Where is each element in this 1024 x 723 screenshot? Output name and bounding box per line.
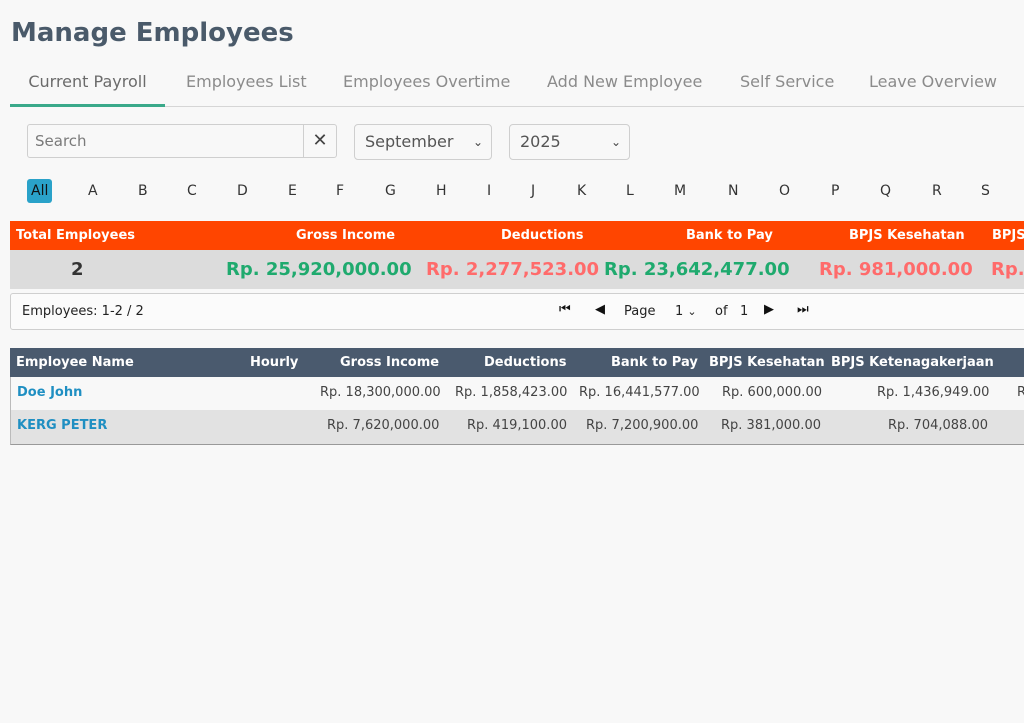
bpjs-ketenagakerjaan-cell: Rp. 1,436,949.00 — [877, 385, 990, 400]
summary-header-bank-to-pay: Bank to Pay — [686, 228, 773, 243]
tab-add-new-employee[interactable]: Add New Employee — [547, 64, 702, 104]
summary-header-total-employees: Total Employees — [16, 228, 136, 243]
letter-filter-n[interactable]: N — [728, 179, 738, 203]
gross-income-cell: Rp. 18,300,000.00 — [320, 385, 441, 400]
summary-bpjs-next: Rp. — [991, 259, 1024, 280]
tab-self-service[interactable]: Self Service — [740, 64, 834, 104]
summary-bpjs-kesehatan: Rp. 981,000.00 — [819, 259, 973, 280]
tab-employees-overtime[interactable]: Employees Overtime — [343, 64, 510, 104]
summary-header-gross-income: Gross Income — [296, 228, 396, 243]
summary-header-bpjs-next: BPJS — [992, 228, 1024, 243]
gross-income-cell: Rp. 7,620,000.00 — [327, 418, 440, 433]
column-header-deductions[interactable]: Deductions — [484, 355, 566, 370]
letter-filter-o[interactable]: O — [779, 179, 790, 203]
summary-gross-income: Rp. 25,920,000.00 — [226, 259, 412, 280]
letter-filter-b[interactable]: B — [138, 179, 148, 203]
employee-name-link[interactable]: Doe John — [17, 385, 82, 400]
tab-current-payroll[interactable]: Current Payroll — [10, 64, 165, 107]
chevron-down-icon: ⌄ — [610, 135, 621, 149]
summary-header-bpjs-kesehatan: BPJS Kesehatan — [849, 228, 965, 243]
next-column-cell: R — [1017, 385, 1024, 400]
search-input[interactable] — [28, 125, 304, 157]
letter-filter-i[interactable]: I — [487, 179, 491, 203]
summary-header: Total Employees Gross Income Deductions … — [10, 221, 1024, 250]
column-header-employee-name[interactable]: Employee Name — [16, 355, 134, 370]
table-row: KERG PETER Rp. 7,620,000.00 Rp. 419,100.… — [10, 410, 1024, 445]
summary-total-employees: 2 — [71, 259, 84, 280]
tab-bar: Current Payroll Employees List Employees… — [10, 64, 1024, 107]
tab-employees-list[interactable]: Employees List — [186, 64, 307, 104]
bpjs-ketenagakerjaan-cell: Rp. 704,088.00 — [888, 418, 988, 433]
summary-bank-to-pay: Rp. 23,642,477.00 — [604, 259, 790, 280]
column-header-bank-to-pay[interactable]: Bank to Pay — [611, 355, 698, 370]
letter-filter-g[interactable]: G — [385, 179, 396, 203]
bank-to-pay-cell: Rp. 7,200,900.00 — [586, 418, 699, 433]
table-header: Employee Name Hourly Gross Income Deduct… — [10, 348, 1024, 377]
chevron-down-icon: ⌄ — [687, 305, 697, 318]
letter-filter-d[interactable]: D — [237, 179, 248, 203]
column-header-hourly[interactable]: Hourly — [250, 355, 298, 370]
letter-filter-a[interactable]: A — [88, 179, 98, 203]
summary-deductions: Rp. 2,277,523.00 — [426, 259, 600, 280]
month-select-value: September — [365, 132, 454, 151]
employee-count: Employees: 1-2 / 2 — [22, 304, 144, 319]
page-select[interactable]: 1 ⌄ — [675, 304, 697, 319]
letter-filter-h[interactable]: H — [436, 179, 447, 203]
first-page-icon[interactable]: ⏮ — [559, 302, 571, 317]
letter-filter-k[interactable]: K — [577, 179, 586, 203]
column-header-bpjs-ketenagakerjaan[interactable]: BPJS Ketenagakerjaan — [831, 355, 994, 370]
search-box: ✕ — [27, 124, 337, 158]
column-header-bpjs-kesehatan[interactable]: BPJS Kesehatan — [709, 355, 825, 370]
page-label: Page — [624, 304, 656, 319]
year-select[interactable]: 2025 ⌄ — [509, 124, 630, 160]
letter-filter-q[interactable]: Q — [880, 179, 891, 203]
summary-values: 2 Rp. 25,920,000.00 Rp. 2,277,523.00 Rp.… — [10, 250, 1024, 289]
bank-to-pay-cell: Rp. 16,441,577.00 — [579, 385, 700, 400]
chevron-down-icon: ⌄ — [472, 135, 483, 149]
table-row: Doe John Rp. 18,300,000.00 Rp. 1,858,423… — [10, 377, 1024, 411]
bpjs-kesehatan-cell: Rp. 381,000.00 — [721, 418, 821, 433]
alphabet-filter: All A B C D E F G H I J K L M N O P Q R … — [0, 179, 1024, 205]
column-header-gross-income[interactable]: Gross Income — [340, 355, 439, 370]
last-page-icon[interactable]: ⏭ — [797, 302, 809, 317]
deductions-cell: Rp. 1,858,423.00 — [455, 385, 568, 400]
previous-page-icon[interactable]: ◀ — [595, 302, 605, 317]
tab-leave-overview[interactable]: Leave Overview — [869, 64, 997, 104]
letter-filter-l[interactable]: L — [626, 179, 634, 203]
next-page-icon[interactable]: ▶ — [764, 302, 774, 317]
bpjs-kesehatan-cell: Rp. 600,000.00 — [722, 385, 822, 400]
letter-filter-f[interactable]: F — [336, 179, 344, 203]
total-pages: 1 — [740, 304, 749, 319]
letter-filter-j[interactable]: J — [531, 179, 535, 203]
letter-filter-s[interactable]: S — [981, 179, 990, 203]
summary-header-deductions: Deductions — [501, 228, 584, 243]
letter-filter-m[interactable]: M — [674, 179, 686, 203]
letter-filter-r[interactable]: R — [932, 179, 942, 203]
letter-filter-p[interactable]: P — [831, 179, 839, 203]
letter-filter-all[interactable]: All — [27, 179, 53, 203]
page-select-value: 1 — [675, 304, 684, 319]
page-title: Manage Employees — [11, 18, 294, 48]
of-label: of — [715, 304, 728, 319]
employee-name-link[interactable]: KERG PETER — [17, 418, 107, 433]
letter-filter-c[interactable]: C — [187, 179, 197, 203]
deductions-cell: Rp. 419,100.00 — [467, 418, 567, 433]
year-select-value: 2025 — [520, 132, 561, 151]
month-select[interactable]: September ⌄ — [354, 124, 492, 160]
pagination-bar: Employees: 1-2 / 2 ⏮ ◀ Page 1 ⌄ of 1 ▶ ⏭ — [10, 293, 1024, 330]
letter-filter-e[interactable]: E — [288, 179, 297, 203]
clear-search-icon[interactable]: ✕ — [303, 125, 336, 157]
